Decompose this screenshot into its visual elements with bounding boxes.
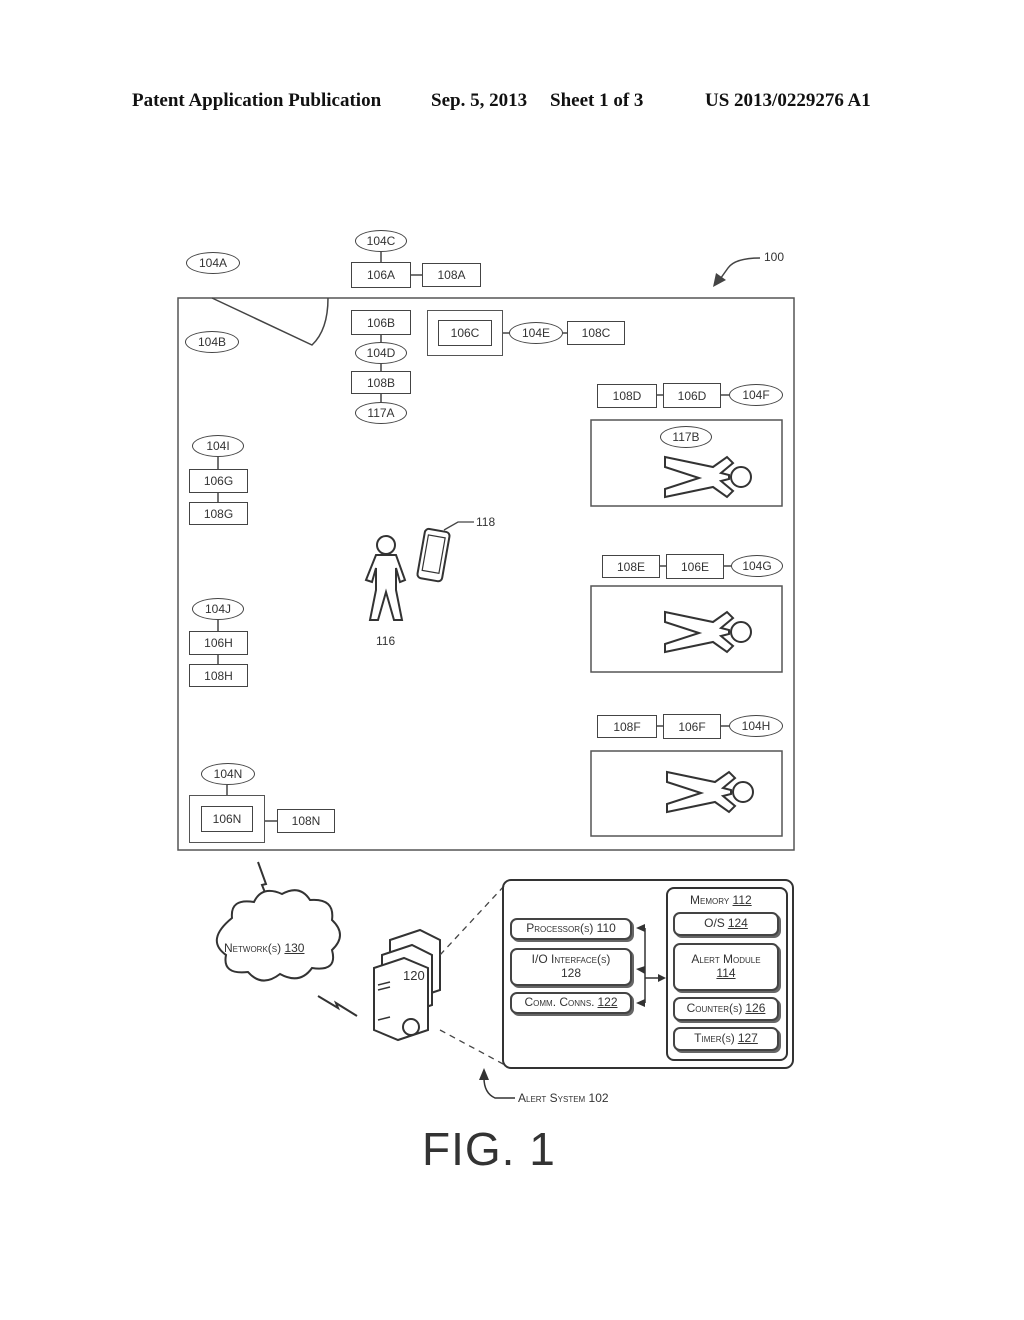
wireless-link-icon-2 — [317, 995, 358, 1017]
lying-person-icon-3 — [666, 770, 754, 814]
mobile-device-icon — [416, 521, 474, 583]
timer-box: Timer(s) 127 — [673, 1027, 779, 1051]
memory-label: Memory — [690, 893, 730, 907]
lying-person-icon-2 — [664, 610, 752, 654]
lying-person-icon-1 — [664, 455, 752, 499]
figure-label: FIG. 1 — [422, 1123, 556, 1175]
io-interface-ref: 128 — [560, 966, 582, 980]
ref-100: 100 — [764, 250, 785, 264]
device-106a: 106A — [351, 262, 411, 288]
sensor-104a: 104A — [186, 252, 240, 274]
device-108h: 108H — [189, 664, 248, 687]
alert-module-ref: 114 — [716, 966, 736, 980]
counter-label: Counter(s) — [686, 1001, 743, 1016]
device-106f: 106F — [663, 714, 721, 739]
sensor-104n: 104N — [201, 763, 255, 785]
io-interface-label: I/O Interface(s) — [531, 952, 611, 967]
sensor-104e: 104E — [509, 322, 563, 344]
device-106h: 106H — [189, 631, 248, 655]
io-interface-box: I/O Interface(s) 128 — [510, 948, 632, 986]
comm-conns-box: Comm. Conns. 122 — [510, 992, 632, 1014]
ref-100-leader — [717, 257, 761, 283]
bed-2 — [590, 585, 783, 673]
publication-type: Patent Application Publication — [132, 90, 382, 111]
memory-ref: 112 — [732, 893, 752, 907]
timer-label: Timer(s) — [694, 1031, 735, 1046]
sensor-104i: 104I — [192, 435, 244, 457]
counter-ref: 126 — [745, 1001, 766, 1016]
device-108g: 108G — [189, 502, 248, 525]
sensor-104g: 104G — [731, 555, 783, 577]
network-ref: 130 — [284, 941, 305, 955]
marker-117b: 117B — [660, 426, 712, 448]
wireless-link-icon-1 — [257, 861, 271, 906]
ref-100-arrowhead — [713, 273, 726, 287]
comm-conns-ref: 122 — [597, 995, 618, 1010]
alert-system-label: Alert System 102 — [518, 1091, 609, 1105]
network-name: Network(s) — [224, 941, 282, 955]
sensor-104c: 104C — [355, 230, 407, 252]
ref-120: 120 — [403, 968, 425, 983]
device-108n: 108N — [277, 809, 335, 833]
ref-116: 116 — [376, 634, 396, 648]
publication-number: US 2013/0229276 A1 — [705, 90, 871, 111]
sensor-104j: 104J — [192, 598, 244, 620]
comm-conns-label: Comm. Conns. — [524, 995, 595, 1010]
publication-date: Sep. 5, 2013 — [431, 90, 528, 111]
processor-box: Processor(s) 110 — [510, 918, 632, 940]
device-108e: 108E — [602, 555, 660, 578]
device-108f: 108F — [597, 715, 657, 738]
device-108c: 108C — [567, 321, 625, 345]
cloud-icon — [216, 889, 341, 982]
marker-117a: 117A — [355, 402, 407, 424]
server-icon — [373, 928, 441, 1042]
sensor-104d: 104D — [355, 342, 407, 364]
os-ref: 124 — [727, 916, 748, 931]
sensor-104h: 104H — [729, 715, 783, 737]
os-label: O/S — [704, 916, 725, 931]
device-108a: 108A — [422, 263, 481, 287]
device-108d: 108D — [597, 384, 657, 408]
alert-module-box: Alert Module 114 — [673, 943, 779, 991]
processor-label: Processor(s) 110 — [526, 921, 616, 936]
sensor-104b: 104B — [185, 331, 239, 353]
device-106e: 106E — [666, 554, 724, 579]
os-box: O/S 124 — [673, 912, 779, 936]
ref-118: 118 — [476, 515, 496, 529]
device-106b: 106B — [351, 310, 411, 335]
device-106d: 106D — [663, 383, 721, 408]
standing-person-icon — [364, 535, 407, 621]
bed-3 — [590, 750, 783, 837]
sensor-104f: 104F — [729, 384, 783, 406]
memory-title: Memory 112 — [690, 893, 752, 907]
device-106g: 106G — [189, 469, 248, 493]
network-label: Network(s) 130 — [224, 941, 304, 955]
alert-module-label: Alert Module — [691, 952, 761, 967]
device-106c: 106C — [438, 320, 492, 346]
device-106n: 106N — [201, 806, 253, 832]
sheet-number: Sheet 1 of 3 — [550, 90, 644, 111]
globe-icon — [402, 1018, 420, 1036]
counter-box: Counter(s) 126 — [673, 997, 779, 1021]
device-108b: 108B — [351, 371, 411, 394]
timer-ref: 127 — [737, 1031, 758, 1046]
